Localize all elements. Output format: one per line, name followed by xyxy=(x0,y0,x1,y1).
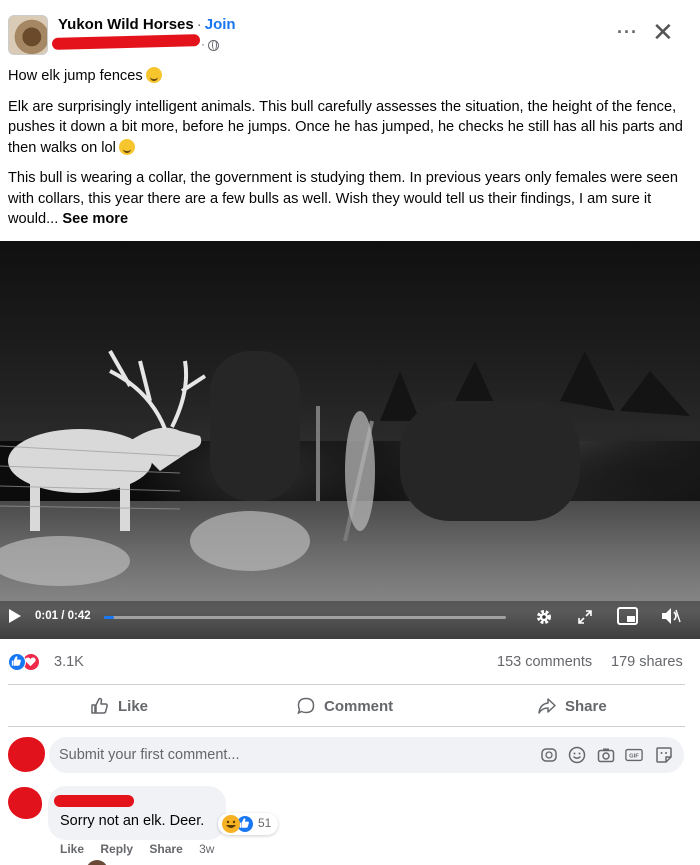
share-label: Share xyxy=(565,697,607,715)
redacted-commenter-name xyxy=(54,795,134,807)
picture-in-picture-icon[interactable] xyxy=(617,607,638,625)
globe-icon xyxy=(208,40,219,51)
comment-actions: Like Reply Share 3w xyxy=(60,842,227,856)
comment-text: Sorry not an elk. Deer. xyxy=(60,813,205,829)
title-separator: · xyxy=(196,16,202,33)
haha-reaction-icon xyxy=(222,815,240,833)
emoji-icon[interactable] xyxy=(568,746,586,764)
comment-input[interactable] xyxy=(59,744,519,766)
thumbs-up-icon xyxy=(91,697,108,714)
comment-input-container[interactable] xyxy=(49,737,684,773)
see-more-link[interactable]: See more xyxy=(62,211,128,227)
sticker-icon[interactable] xyxy=(655,746,673,764)
expand-icon[interactable] xyxy=(578,610,592,624)
divider-bottom xyxy=(8,726,685,727)
post-paragraph-1: How elk jump fences xyxy=(8,66,692,87)
post-header: Yukon Wild Horses · Join · ··· ✕ xyxy=(0,0,700,62)
meta-separator: · xyxy=(201,37,205,51)
like-label: Like xyxy=(118,697,149,715)
group-avatar[interactable] xyxy=(8,15,48,55)
post-body: How elk jump fences Elk are surprisingly… xyxy=(8,66,692,240)
video-progress-fill xyxy=(104,616,114,619)
smile-emoji-icon xyxy=(145,67,162,83)
comment-bubble-icon xyxy=(297,697,315,715)
video-progress-bar[interactable] xyxy=(104,616,506,619)
comments-count[interactable]: 153 comments xyxy=(497,654,592,670)
avatar-sticker-icon[interactable] xyxy=(540,746,558,764)
camera-icon[interactable] xyxy=(597,746,615,764)
svg-text:GIF: GIF xyxy=(629,754,639,760)
video-time: 0:01 / 0:42 xyxy=(35,610,91,622)
comment-share-link[interactable]: Share xyxy=(149,842,182,856)
post-paragraph-2-text: Elk are surprisingly intelligent animals… xyxy=(8,98,683,156)
shares-count[interactable]: 179 shares xyxy=(611,654,683,670)
post-paragraph-1-text: How elk jump fences xyxy=(8,68,143,84)
group-title: Yukon Wild Horses · Join xyxy=(58,16,236,33)
comment-label: Comment xyxy=(324,697,394,715)
comment-like-link[interactable]: Like xyxy=(60,842,84,856)
like-reaction-icon xyxy=(8,653,26,671)
smile-emoji-icon xyxy=(118,138,135,155)
volume-muted-icon[interactable] xyxy=(660,606,682,626)
gif-icon[interactable]: GIF xyxy=(625,746,643,764)
comment-timestamp: 3w xyxy=(199,842,215,856)
post-card: Yukon Wild Horses · Join · ··· ✕ How elk j… xyxy=(0,0,700,865)
next-commenter-avatar[interactable] xyxy=(86,860,108,865)
redacted-author xyxy=(51,34,201,50)
settings-gear-icon[interactable] xyxy=(535,608,553,626)
post-paragraph-2: Elk are surprisingly intelligent animals… xyxy=(8,97,692,159)
current-user-avatar[interactable] xyxy=(8,737,45,772)
comment-reply-link[interactable]: Reply xyxy=(100,842,133,856)
group-name-link[interactable]: Yukon Wild Horses xyxy=(58,16,194,33)
divider-top xyxy=(8,684,685,685)
comment-button[interactable]: Comment xyxy=(296,693,393,719)
video-frame-scene xyxy=(0,350,700,639)
share-arrow-icon xyxy=(538,698,556,714)
close-icon[interactable]: ✕ xyxy=(652,19,674,45)
more-options-icon[interactable]: ··· xyxy=(617,22,638,43)
commenter-avatar[interactable] xyxy=(8,787,42,819)
comment-reaction-count: 51 xyxy=(258,816,272,830)
reaction-count[interactable]: 3.1K xyxy=(54,654,84,670)
join-link[interactable]: Join xyxy=(205,16,236,33)
post-paragraph-3: This bull is wearing a collar, the gover… xyxy=(8,168,692,230)
video-player[interactable]: 0:01 / 0:42 xyxy=(0,241,700,639)
play-icon[interactable] xyxy=(9,609,21,623)
share-button[interactable]: Share xyxy=(537,693,607,719)
like-button[interactable]: Like xyxy=(90,693,148,719)
